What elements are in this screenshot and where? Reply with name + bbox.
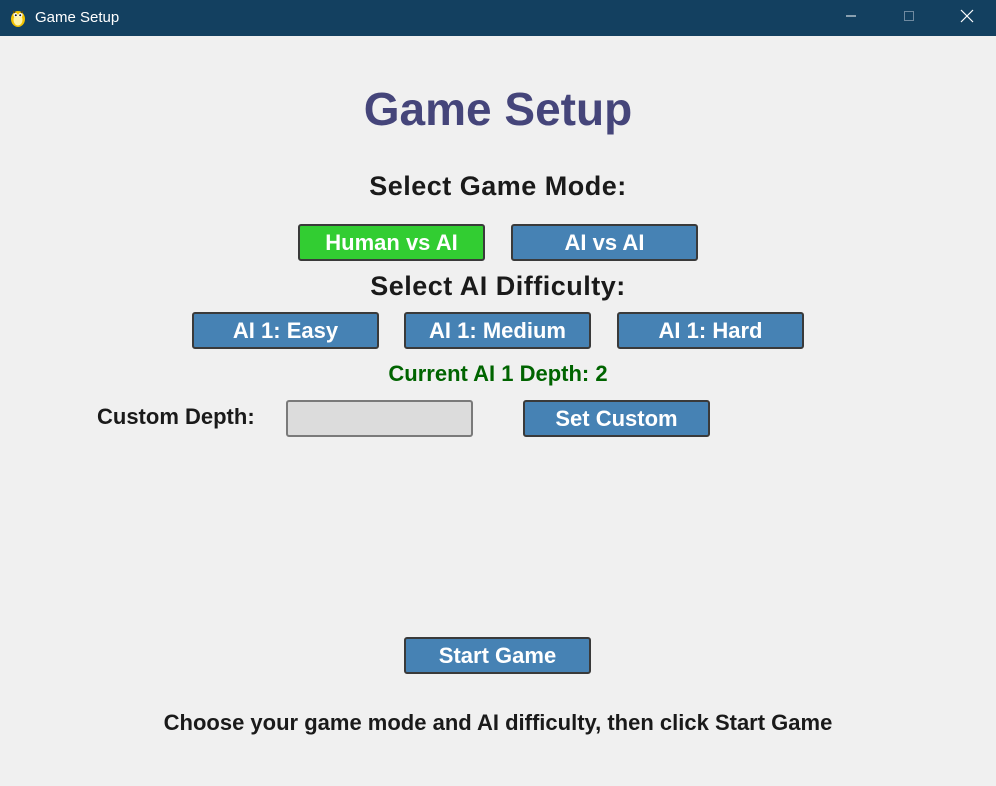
window-title: Game Setup	[35, 9, 120, 26]
custom-depth-input[interactable]	[286, 400, 473, 437]
difficulty-hard-button[interactable]: AI 1: Hard	[617, 312, 804, 349]
pygame-snake-icon	[9, 8, 27, 28]
minimize-icon	[845, 9, 857, 27]
difficulty-easy-button[interactable]: AI 1: Easy	[192, 312, 379, 349]
close-icon	[960, 9, 974, 28]
ai-difficulty-heading: Select AI Difficulty:	[370, 271, 626, 301]
mode-human-vs-ai-button[interactable]: Human vs AI	[298, 224, 485, 261]
game-setup-window: Game Setup Game Setup Select Game Mode: …	[0, 0, 996, 786]
title-bar[interactable]: Game Setup	[0, 0, 996, 36]
difficulty-medium-button[interactable]: AI 1: Medium	[404, 312, 591, 349]
custom-depth-label: Custom Depth:	[97, 404, 255, 429]
mode-ai-vs-ai-button[interactable]: AI vs AI	[511, 224, 698, 261]
close-button[interactable]	[938, 0, 996, 36]
minimize-button[interactable]	[822, 0, 880, 36]
instructions-text: Choose your game mode and AI difficulty,…	[163, 710, 833, 735]
start-game-button[interactable]: Start Game	[404, 637, 591, 674]
maximize-button[interactable]	[880, 0, 938, 36]
maximize-icon	[903, 9, 915, 27]
setup-panel: Game Setup Select Game Mode: Human vs AI…	[0, 36, 996, 786]
current-depth-status: Current AI 1 Depth: 2	[388, 361, 608, 386]
game-mode-heading: Select Game Mode:	[369, 171, 627, 201]
set-custom-button[interactable]: Set Custom	[523, 400, 710, 437]
page-title: Game Setup	[363, 83, 633, 135]
